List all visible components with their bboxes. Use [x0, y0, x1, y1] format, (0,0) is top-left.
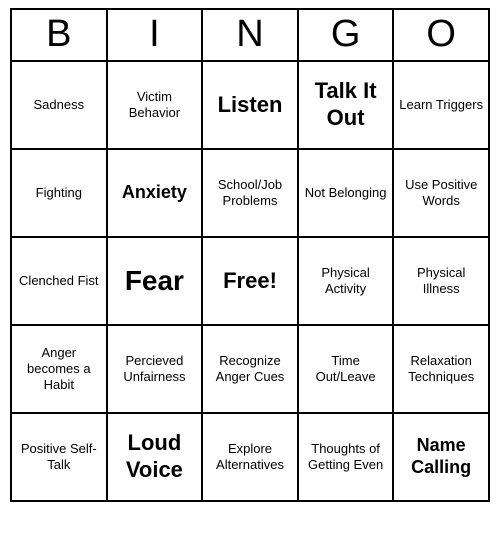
- cell-r2-c0: Clenched Fist: [12, 238, 108, 326]
- cell-r1-c0: Fighting: [12, 150, 108, 238]
- cell-r3-c1: Percieved Unfairness: [108, 326, 204, 414]
- cell-r4-c3: Thoughts of Getting Even: [299, 414, 395, 502]
- cell-r3-c2: Recognize Anger Cues: [203, 326, 299, 414]
- cell-r4-c4: Name Calling: [394, 414, 490, 502]
- cell-r1-c4: Use Positive Words: [394, 150, 490, 238]
- cell-r3-c4: Relaxation Techniques: [394, 326, 490, 414]
- cell-r1-c2: School/Job Problems: [203, 150, 299, 238]
- cell-r2-c1: Fear: [108, 238, 204, 326]
- bingo-header: BINGO: [10, 8, 490, 62]
- cell-r3-c0: Anger becomes a Habit: [12, 326, 108, 414]
- bingo-grid: SadnessVictim BehaviorListenTalk It OutL…: [10, 62, 490, 502]
- cell-r0-c2: Listen: [203, 62, 299, 150]
- header-letter: B: [12, 10, 108, 62]
- cell-r0-c0: Sadness: [12, 62, 108, 150]
- header-letter: N: [203, 10, 299, 62]
- cell-r4-c0: Positive Self-Talk: [12, 414, 108, 502]
- cell-r1-c3: Not Belonging: [299, 150, 395, 238]
- bingo-card: BINGO SadnessVictim BehaviorListenTalk I…: [10, 8, 490, 502]
- cell-r2-c4: Physical Illness: [394, 238, 490, 326]
- header-letter: G: [299, 10, 395, 62]
- cell-r4-c2: Explore Alternatives: [203, 414, 299, 502]
- cell-r3-c3: Time Out/Leave: [299, 326, 395, 414]
- cell-r4-c1: Loud Voice: [108, 414, 204, 502]
- cell-r0-c1: Victim Behavior: [108, 62, 204, 150]
- cell-r2-c3: Physical Activity: [299, 238, 395, 326]
- header-letter: I: [108, 10, 204, 62]
- cell-r0-c4: Learn Triggers: [394, 62, 490, 150]
- cell-r1-c1: Anxiety: [108, 150, 204, 238]
- cell-r0-c3: Talk It Out: [299, 62, 395, 150]
- cell-r2-c2: Free!: [203, 238, 299, 326]
- header-letter: O: [394, 10, 490, 62]
